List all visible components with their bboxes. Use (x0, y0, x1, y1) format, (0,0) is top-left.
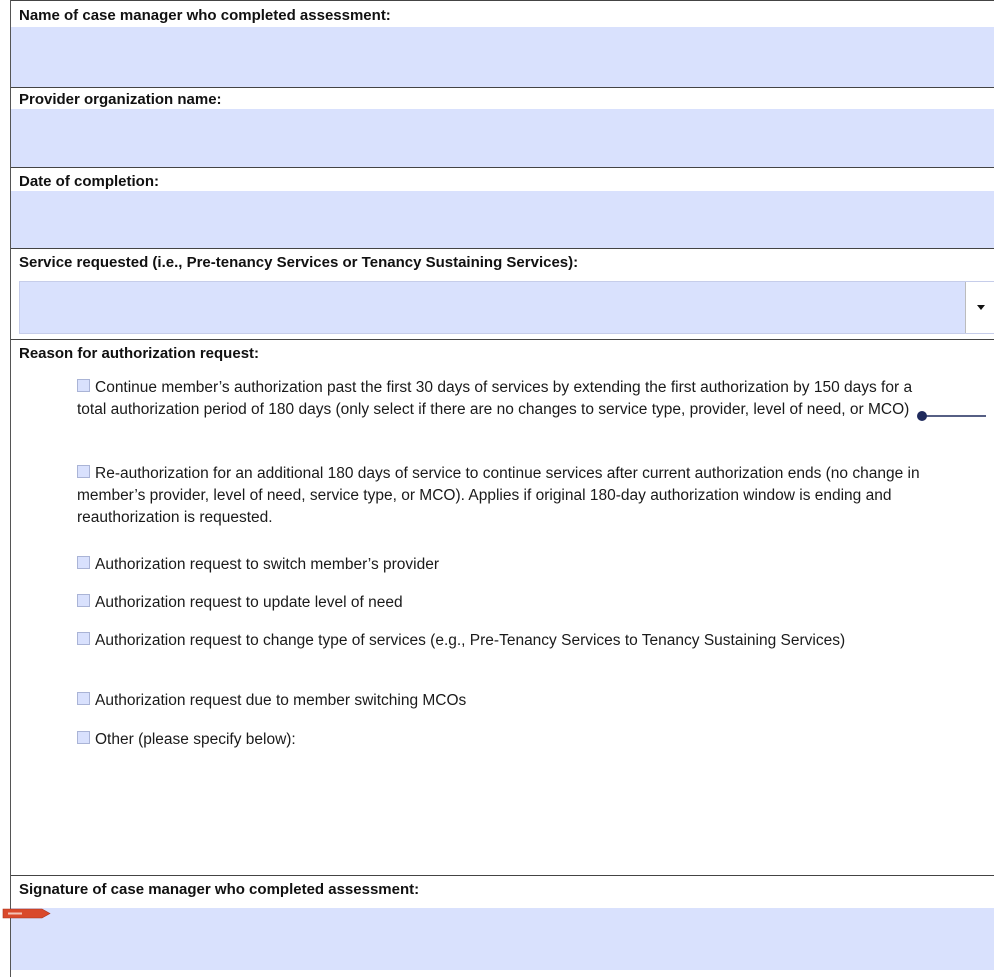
reason-option-5[interactable]: Authorization request to change type of … (77, 630, 937, 652)
divider (11, 248, 994, 249)
case-manager-label: Name of case manager who completed asses… (19, 7, 391, 24)
divider (11, 0, 994, 1)
reason-option-3[interactable]: Authorization request to switch member’s… (77, 554, 937, 576)
reason-label: Reason for authorization request: (19, 345, 260, 362)
signature-field[interactable] (11, 908, 994, 970)
divider (11, 87, 994, 88)
reason-option-4[interactable]: Authorization request to update level of… (77, 592, 937, 614)
checkbox[interactable] (77, 465, 90, 478)
service-requested-select[interactable] (19, 281, 994, 334)
provider-organization-field[interactable] (11, 109, 994, 167)
sign-here-tag-icon[interactable] (2, 908, 52, 919)
dropdown-button[interactable] (965, 282, 994, 333)
reason-option-7[interactable]: Other (please specify below): (77, 729, 937, 751)
date-label: Date of completion: (19, 173, 160, 190)
divider (11, 167, 994, 168)
checkbox[interactable] (77, 594, 90, 607)
checkbox[interactable] (77, 692, 90, 705)
reason-option-1[interactable]: Continue member’s authorization past the… (77, 377, 937, 421)
divider (11, 875, 994, 876)
reason-option-6[interactable]: Authorization request due to member swit… (77, 690, 937, 712)
authorization-form: Name of case manager who completed asses… (10, 0, 994, 977)
comment-marker-icon[interactable] (916, 410, 986, 422)
divider (11, 339, 994, 340)
checkbox[interactable] (77, 556, 90, 569)
provider-label: Provider organization name: (19, 91, 222, 108)
chevron-down-icon (977, 305, 985, 310)
case-manager-name-field[interactable] (11, 27, 994, 87)
signature-label: Signature of case manager who completed … (19, 881, 420, 898)
checkbox[interactable] (77, 632, 90, 645)
checkbox[interactable] (77, 731, 90, 744)
date-of-completion-field[interactable] (11, 191, 994, 248)
reason-option-2[interactable]: Re-authorization for an additional 180 d… (77, 463, 937, 529)
checkbox[interactable] (77, 379, 90, 392)
service-requested-label: Service requested (i.e., Pre-tenancy Ser… (19, 254, 579, 271)
